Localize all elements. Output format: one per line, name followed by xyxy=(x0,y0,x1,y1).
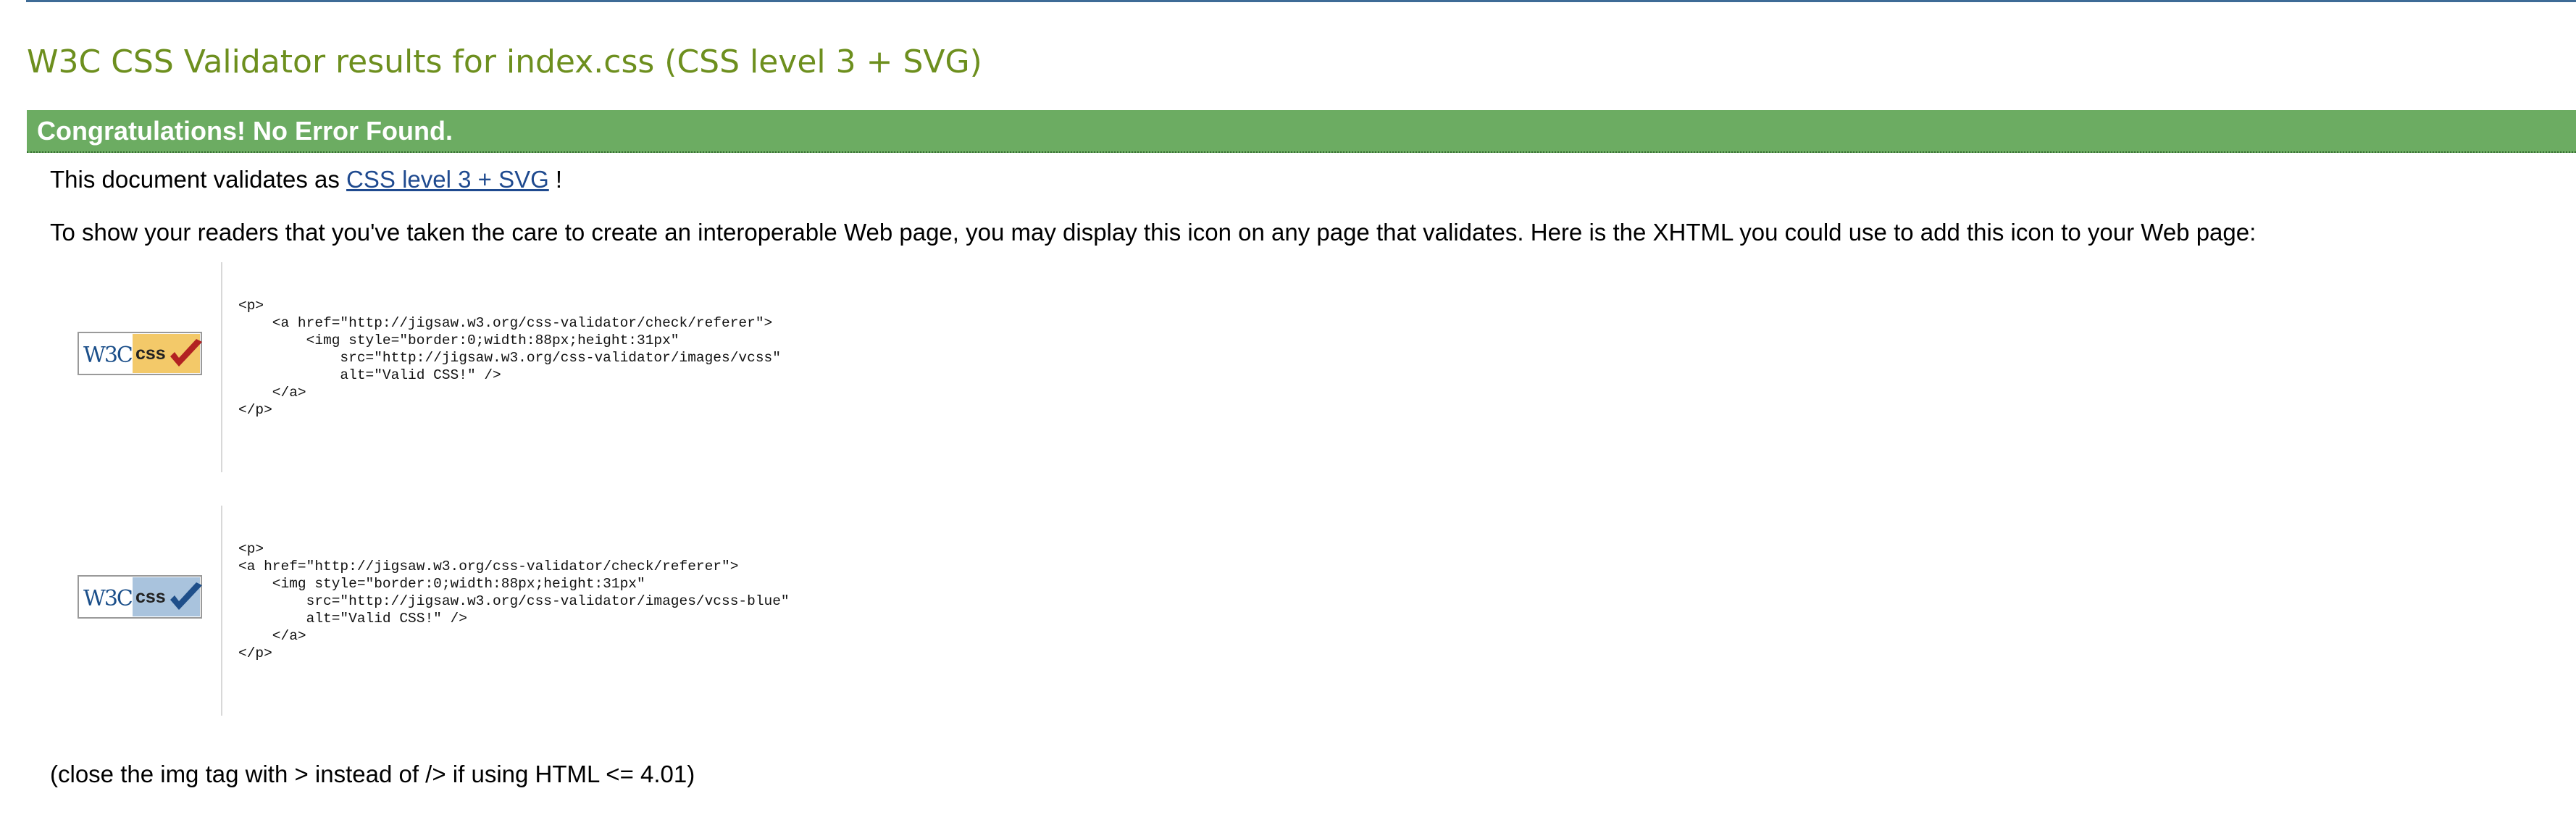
badge-row-blue: W3C css <p> <a href="http://jigsaw.w3.or… xyxy=(50,506,2576,716)
footer-note: (close the img tag with > instead of /> … xyxy=(50,761,695,787)
badge-cell: W3C css xyxy=(50,506,221,716)
congratulations-text: Congratulations! No Error Found. xyxy=(37,116,453,146)
badge-css-text: css xyxy=(135,343,166,364)
code-sample-blue: <p> <a href="http://jigsaw.w3.org/css-va… xyxy=(238,541,790,661)
badge-cell: W3C css xyxy=(50,262,221,472)
badge-row-gold: W3C css <p> <a href="http://jigsaw.w3.or… xyxy=(50,262,2576,472)
w3c-css-valid-badge-blue-icon[interactable]: W3C css xyxy=(78,575,205,620)
page-title: W3C CSS Validator results for index.css … xyxy=(27,43,982,80)
congratulations-banner: Congratulations! No Error Found. xyxy=(27,110,2576,153)
w3c-css-valid-badge-gold-icon[interactable]: W3C css xyxy=(78,332,205,377)
validates-suffix: ! xyxy=(548,166,563,193)
code-sample-cell: <p> <a href="http://jigsaw.w3.org/css-va… xyxy=(221,262,1235,472)
top-rule xyxy=(26,0,2576,2)
css-level-link[interactable]: CSS level 3 + SVG xyxy=(346,166,549,193)
badge-w3c-text: W3C xyxy=(83,343,133,368)
validates-prefix: This document validates as xyxy=(50,166,347,193)
code-sample-gold: <p> <a href="http://jigsaw.w3.org/css-va… xyxy=(238,298,781,418)
validates-statement: This document validates as CSS level 3 +… xyxy=(50,165,562,194)
badge-css-text: css xyxy=(135,587,166,607)
badge-w3c-text: W3C xyxy=(83,586,133,611)
code-sample-cell: <p> <a href="http://jigsaw.w3.org/css-va… xyxy=(221,506,1235,716)
badge-info-text: To show your readers that you've taken t… xyxy=(50,219,2257,246)
